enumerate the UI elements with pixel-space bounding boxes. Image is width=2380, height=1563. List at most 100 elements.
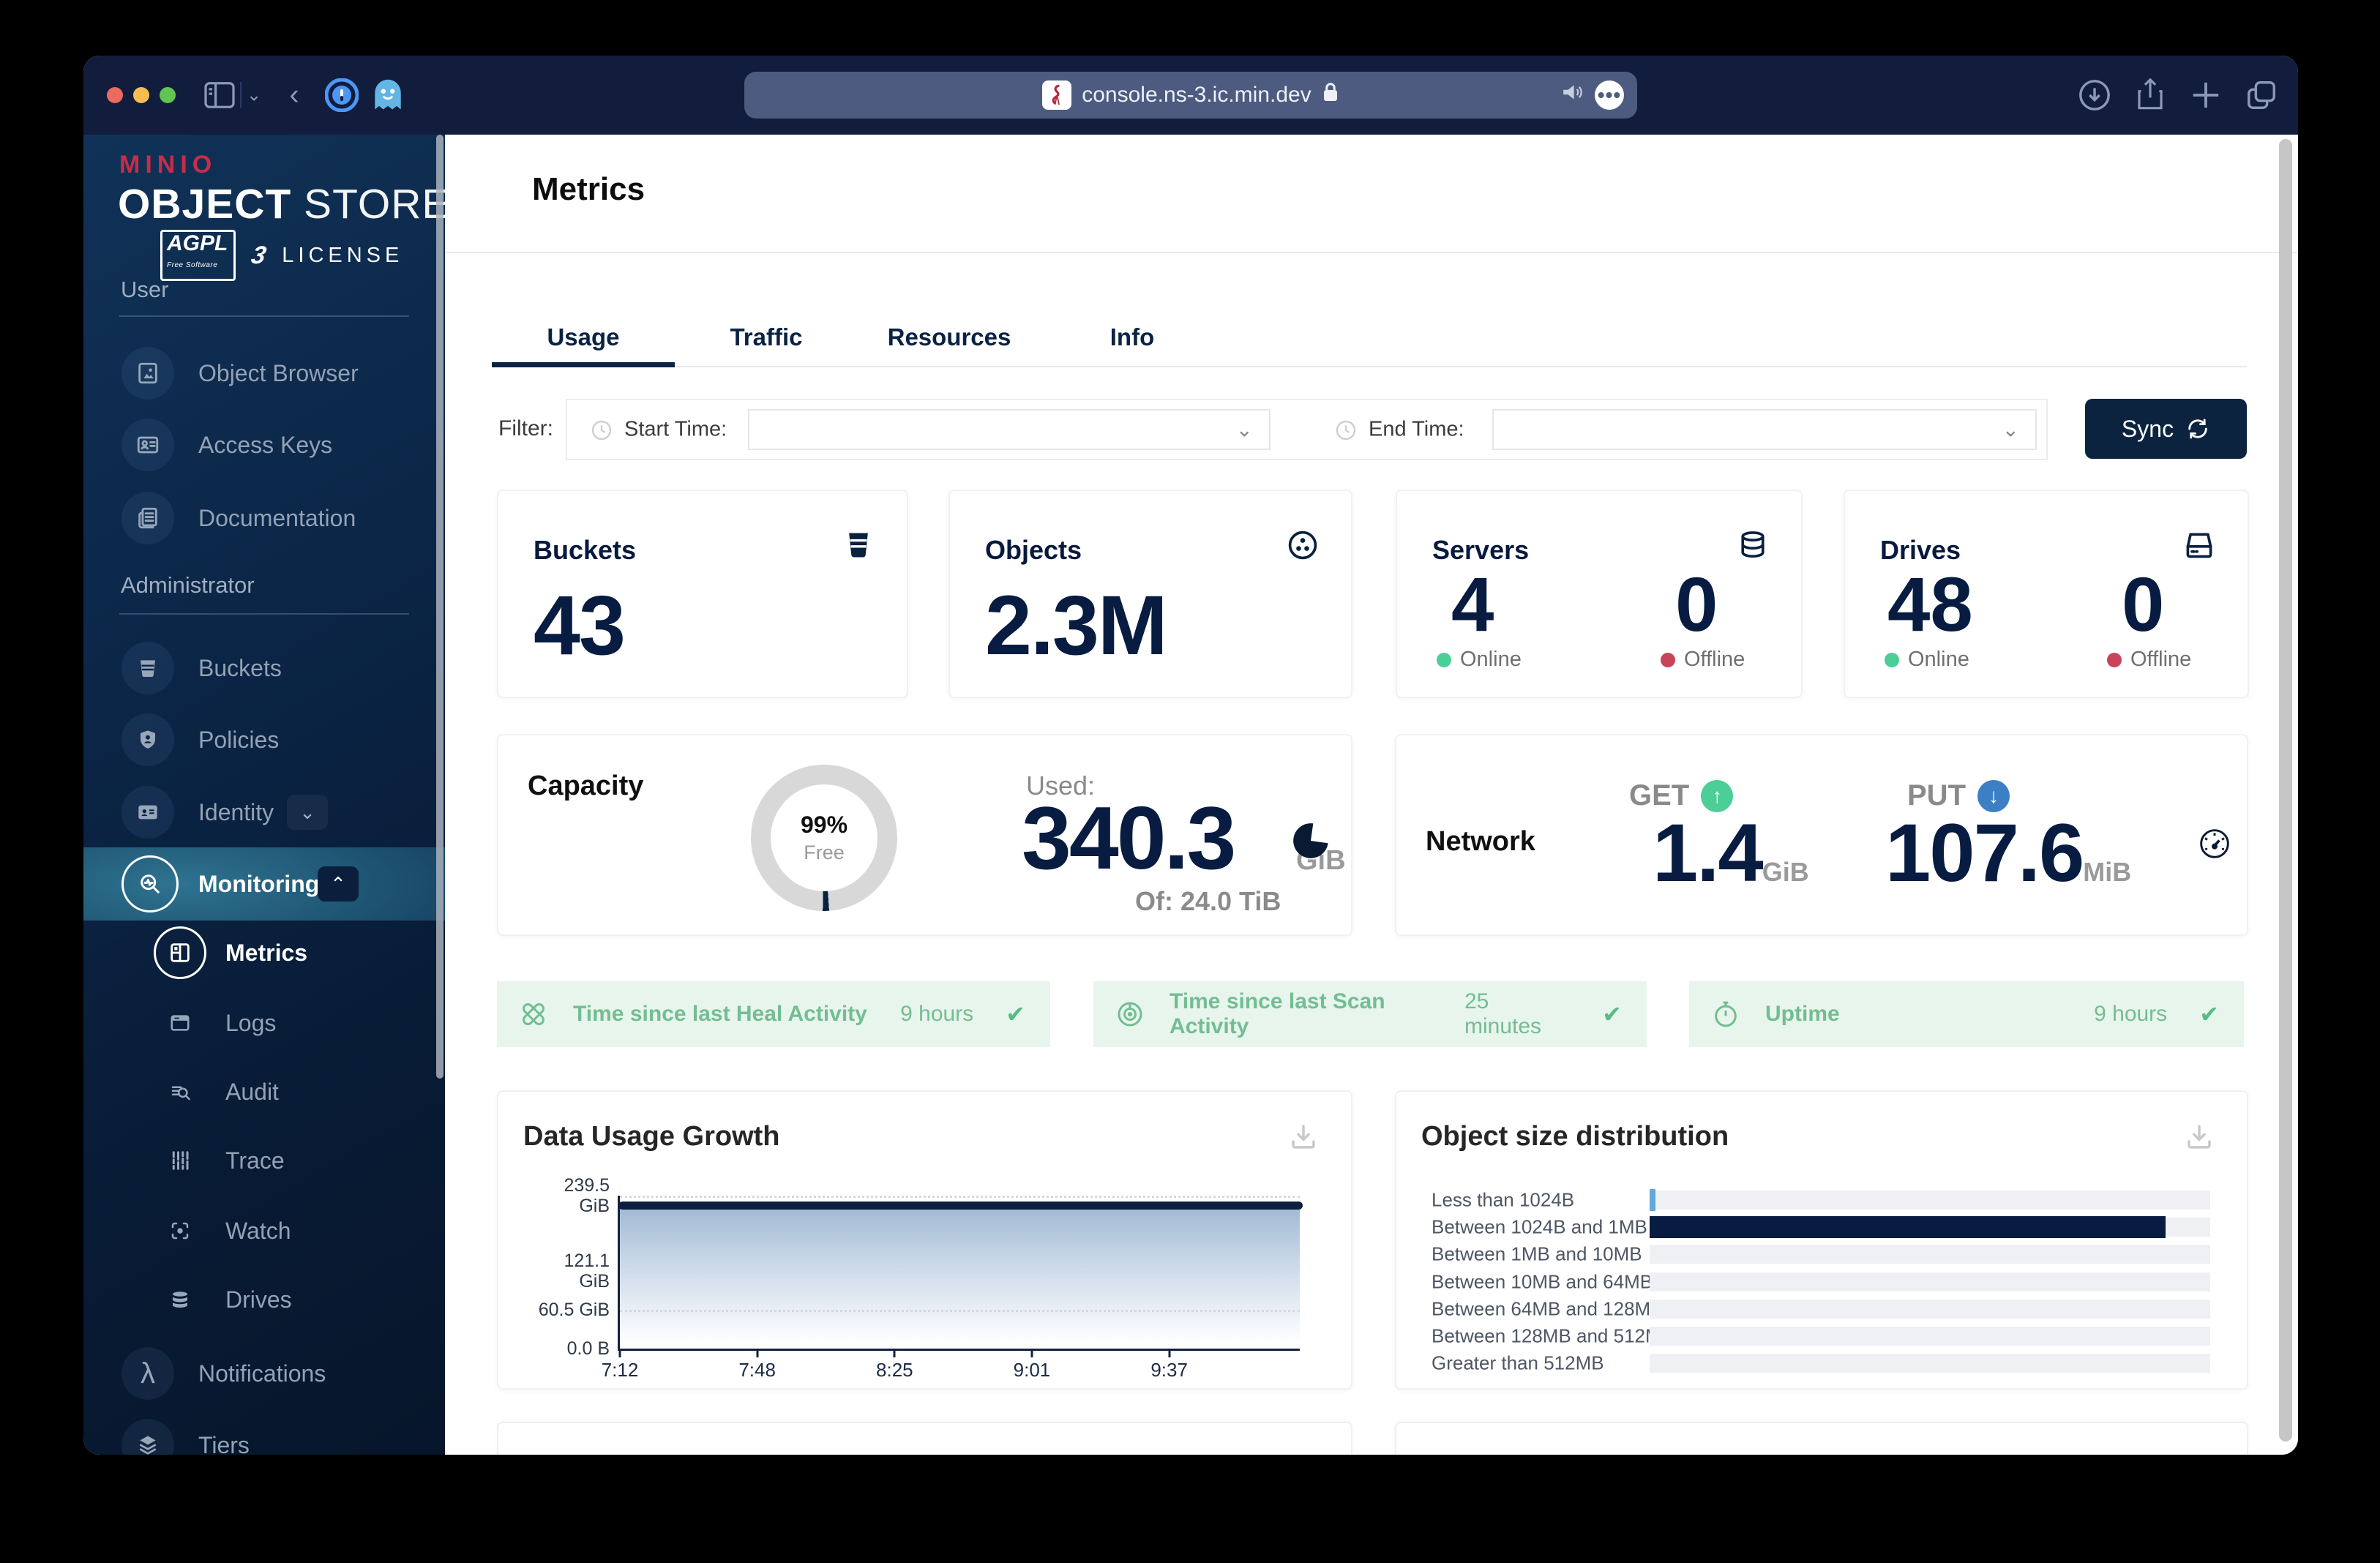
filter-label: Filter:: [498, 416, 553, 441]
servers-icon: [1737, 529, 1769, 565]
sidebar-item-buckets[interactable]: Buckets: [83, 640, 445, 696]
drives-offline-label: Offline: [2107, 648, 2191, 672]
share-icon[interactable]: [2135, 78, 2166, 112]
sidebar-item-documentation[interactable]: Documentation: [83, 490, 445, 546]
sidebar-item-trace[interactable]: Trace: [83, 1133, 445, 1188]
sidebar-item-watch[interactable]: Watch: [83, 1203, 445, 1259]
identity-expand-chevron-icon[interactable]: ⌄: [287, 795, 328, 830]
x-tick: [756, 1349, 759, 1357]
product-name: OBJECT STORE: [118, 180, 445, 228]
buckets-card-title: Buckets: [534, 535, 637, 565]
address-bar[interactable]: console.ns-3.ic.min.dev •••: [744, 72, 1637, 119]
network-get-value: 1.4GiB: [1653, 807, 1809, 899]
tab-overview-icon[interactable]: [2245, 78, 2278, 112]
scan-activity-status: Time since last Scan Activity 25 minutes…: [1093, 981, 1647, 1047]
sidebar-item-access-keys[interactable]: Access Keys: [83, 417, 445, 473]
capacity-free-percent: 99%: [800, 812, 848, 838]
sidebar-toggle-icon[interactable]: [203, 81, 236, 109]
x-tick: [1030, 1349, 1033, 1357]
heal-activity-status: Time since last Heal Activity 9 hours ✔: [497, 981, 1050, 1047]
chevron-down-icon[interactable]: ⌄: [247, 85, 261, 106]
access-keys-icon: [121, 419, 174, 471]
dist-track: [1650, 1216, 2210, 1238]
y-tick-label: 239.5 GiB: [564, 1175, 610, 1216]
online-dot: [1437, 652, 1451, 667]
close-window-button[interactable]: [107, 87, 123, 103]
tab-traffic[interactable]: Traffic: [675, 310, 858, 364]
sidebar-item-metrics[interactable]: Metrics: [83, 925, 445, 981]
audit-icon: [162, 1074, 198, 1109]
downloads-icon[interactable]: [2078, 78, 2111, 112]
metrics-icon: [154, 926, 206, 979]
servers-offline-label: Offline: [1661, 648, 1745, 672]
tab-resources[interactable]: Resources: [858, 310, 1041, 364]
product-name-light: STORE: [304, 181, 445, 228]
objects-icon: [1287, 529, 1319, 565]
agpl-version: 3: [249, 241, 269, 269]
clock-icon: [1335, 419, 1357, 445]
drives-offline-count: 0: [2122, 562, 2165, 648]
end-time-select[interactable]: ⌄: [1492, 409, 2037, 450]
sidebar-scrollbar[interactable]: [436, 135, 444, 1079]
sidebar-item-notifications[interactable]: λ Notifications: [83, 1346, 445, 1401]
clock-icon: [591, 419, 613, 445]
buckets-card: Buckets 43: [497, 490, 908, 698]
usage-area-plot: 239.5 GiB 121.1 GiB 60.5 GiB 0.0 B 7:12 …: [539, 1175, 1303, 1381]
uptime-label: Uptime: [1765, 1002, 1840, 1026]
sidebar-item-policies[interactable]: Policies: [83, 712, 445, 768]
buckets-count: 43: [534, 579, 626, 672]
sidebar-item-object-browser[interactable]: Object Browser: [83, 345, 445, 401]
new-tab-icon[interactable]: [2190, 80, 2221, 110]
page-settings-icon[interactable]: •••: [1595, 80, 1624, 110]
monitoring-icon: [121, 855, 179, 912]
sidebar-item-tiers[interactable]: Tiers: [83, 1417, 445, 1455]
objects-card-title: Objects: [985, 535, 1082, 565]
main-scrollbar[interactable]: [2279, 139, 2292, 1442]
sidebar-item-logs[interactable]: Logs: [83, 995, 445, 1051]
drives-card: Drives 48 0 Online Offline: [1844, 490, 2249, 698]
sidebar-item-audit[interactable]: Audit: [83, 1064, 445, 1120]
tab-usage[interactable]: Usage: [492, 310, 675, 367]
dist-track: [1650, 1327, 2210, 1346]
policies-icon: [121, 713, 174, 766]
dist-row: Between 64MB and 128MB: [1396, 1298, 2247, 1320]
tiers-icon: [121, 1419, 174, 1455]
sidebar-item-drives[interactable]: Drives: [83, 1272, 445, 1327]
download-chart-icon[interactable]: [1288, 1121, 1319, 1155]
object-size-distribution-title: Object size distribution: [1421, 1121, 1729, 1152]
heal-icon: [519, 1000, 548, 1029]
download-chart-icon[interactable]: [2184, 1121, 2215, 1155]
site-favicon: [1042, 80, 1072, 110]
start-time-select[interactable]: ⌄: [748, 409, 1271, 450]
servers-online-count: 4: [1451, 562, 1494, 648]
dist-row: Between 128MB and 512MB: [1396, 1325, 2247, 1347]
zoom-window-button[interactable]: [160, 87, 176, 103]
mute-audio-icon[interactable]: [1561, 81, 1584, 109]
section-divider: [119, 613, 409, 615]
monitoring-collapse-chevron-icon[interactable]: ⌃: [318, 866, 359, 902]
dist-row: Between 1024B and 1MB: [1396, 1216, 2247, 1238]
sidebar-item-monitoring[interactable]: Monitoring ⌃: [83, 855, 445, 912]
minimize-window-button[interactable]: [133, 87, 149, 103]
scan-icon: [1115, 1000, 1145, 1029]
servers-offline-count: 0: [1675, 562, 1718, 648]
tab-info[interactable]: Info: [1041, 310, 1224, 364]
start-time-label: Start Time:: [624, 417, 727, 441]
check-icon: ✔: [1602, 1001, 1622, 1027]
logs-icon: [162, 1005, 198, 1041]
capacity-card: Capacity 99% Free Used: 340.3 GiB Of: 24…: [497, 734, 1352, 936]
check-icon: ✔: [1006, 1001, 1025, 1027]
ghostery-extension-icon[interactable]: [372, 78, 404, 112]
capacity-donut-text: 99% Free: [751, 765, 897, 911]
sidebar-item-identity[interactable]: Identity ⌄: [83, 784, 445, 840]
back-icon[interactable]: ‹: [289, 79, 299, 112]
onepassword-extension-icon[interactable]: [325, 78, 359, 112]
product-name-bold: OBJECT: [118, 181, 292, 228]
drives-icon: [162, 1282, 198, 1317]
sync-button[interactable]: Sync: [2085, 399, 2247, 459]
x-tick-label: 7:48: [738, 1359, 776, 1381]
dist-bar: [1650, 1216, 2166, 1238]
dist-track: [1650, 1189, 2210, 1211]
chevron-down-icon: ⌄: [2002, 418, 2019, 441]
x-tick-label: 7:12: [601, 1359, 639, 1381]
